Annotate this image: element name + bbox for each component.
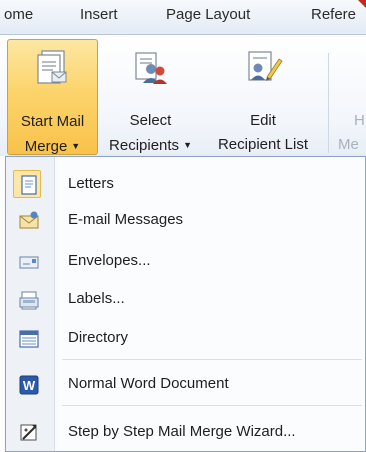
wizard-icon bbox=[20, 424, 37, 441]
menu-separator bbox=[62, 359, 362, 360]
letter-icon bbox=[21, 175, 37, 195]
tab-references[interactable]: Refere bbox=[311, 6, 356, 23]
clipped-label-line2: Me bbox=[338, 136, 359, 153]
email-envelope-icon bbox=[19, 211, 39, 229]
menu-item-label: Labels... bbox=[68, 290, 125, 307]
select-recipients-label-line2: Recipients ▼ bbox=[109, 137, 192, 154]
directory-icon bbox=[19, 330, 39, 348]
envelope-icon bbox=[19, 256, 39, 269]
window-corner-accent bbox=[358, 0, 366, 8]
dropdown-arrow-icon: ▼ bbox=[183, 140, 192, 150]
recipients-icon bbox=[134, 52, 167, 84]
edit-recipient-list-button[interactable]: Edit Recipient List bbox=[204, 39, 322, 155]
clipped-label-line1: H bbox=[354, 112, 365, 129]
ribbon-group-separator bbox=[328, 53, 329, 153]
menu-item-letters[interactable]: Letters bbox=[6, 167, 365, 201]
tab-insert[interactable]: Insert bbox=[80, 6, 118, 23]
menu-item-label: Letters bbox=[68, 175, 114, 192]
menu-item-label: Envelopes... bbox=[68, 252, 151, 269]
menu-item-directory[interactable]: Directory bbox=[6, 321, 365, 355]
menu-item-email-messages[interactable]: E-mail Messages bbox=[6, 203, 365, 237]
menu-item-mail-merge-wizard[interactable]: Step by Step Mail Merge Wizard... bbox=[6, 415, 365, 449]
tab-page-layout[interactable]: Page Layout bbox=[166, 6, 250, 23]
start-mail-merge-label-line1: Start Mail bbox=[20, 113, 85, 130]
menu-separator bbox=[62, 405, 362, 406]
svg-text:W: W bbox=[23, 378, 36, 393]
menu-item-labels[interactable]: Labels... bbox=[6, 282, 365, 316]
tab-home[interactable]: ome bbox=[4, 6, 33, 23]
mail-merge-document-icon bbox=[36, 50, 66, 84]
edit-recipient-list-label-line2: Recipient List bbox=[217, 136, 309, 153]
menu-item-label: Normal Word Document bbox=[68, 375, 229, 392]
menu-item-label: Step by Step Mail Merge Wizard... bbox=[68, 423, 296, 440]
menu-item-normal-word-document[interactable]: W Normal Word Document bbox=[6, 367, 365, 401]
dropdown-arrow-icon: ▼ bbox=[71, 141, 81, 151]
start-mail-merge-button[interactable]: Start Mail Merge ▼ bbox=[7, 39, 98, 155]
start-mail-merge-menu: Letters E-mail Messages Envelopes... Lab… bbox=[5, 156, 366, 452]
select-recipients-button[interactable]: Select Recipients ▼ bbox=[101, 39, 200, 155]
edit-recipient-list-label-line1: Edit bbox=[250, 112, 276, 129]
highlight-merge-fields-button[interactable]: H Me bbox=[332, 39, 366, 155]
labels-icon bbox=[19, 291, 39, 310]
ribbon-tab-bar: ome Insert Page Layout Refere bbox=[0, 0, 366, 35]
edit-recipients-icon bbox=[248, 51, 283, 81]
menu-item-label: E-mail Messages bbox=[68, 211, 184, 228]
menu-item-label: Directory bbox=[68, 329, 129, 346]
mailings-ribbon: Start Mail Merge ▼ Select Recipients ▼ Edi… bbox=[0, 35, 366, 156]
select-recipients-label-line1: Select bbox=[129, 112, 172, 129]
word-document-icon: W bbox=[19, 375, 39, 395]
menu-item-envelopes[interactable]: Envelopes... bbox=[6, 244, 365, 278]
